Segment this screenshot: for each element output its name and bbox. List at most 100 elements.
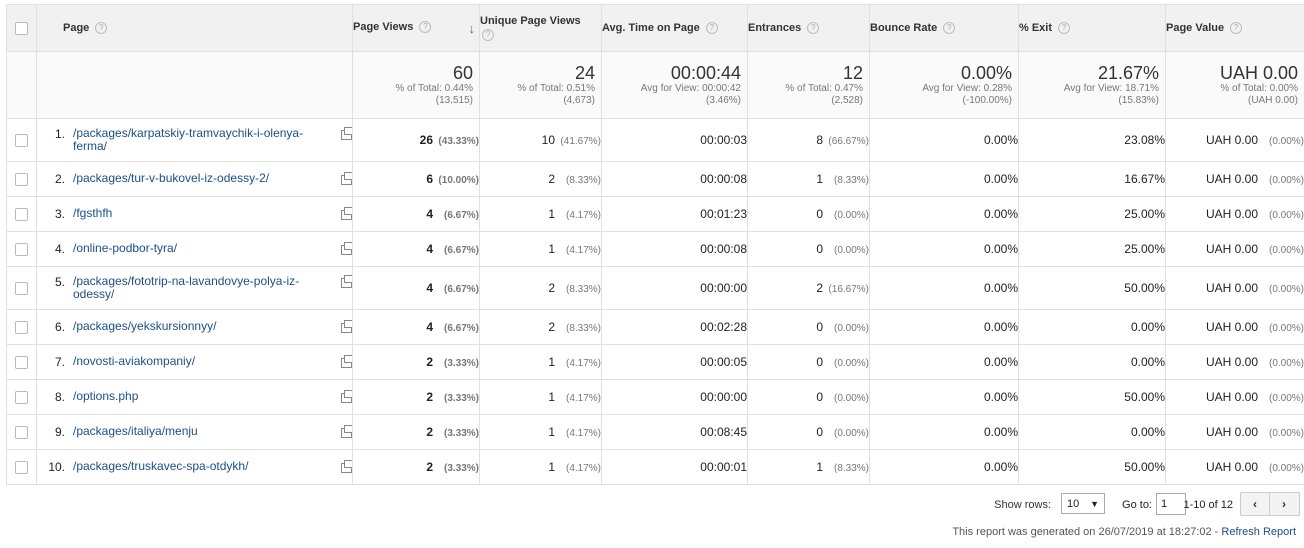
entrances-value: 1 <box>816 172 823 186</box>
row-number: 5. <box>54 275 65 289</box>
page-link[interactable]: /packages/yekskursionnyy/ <box>73 320 325 333</box>
next-page-button[interactable]: › <box>1269 493 1298 515</box>
header-page-views[interactable]: Page Views? ↓ <box>352 4 480 52</box>
help-icon[interactable]: ? <box>1230 22 1243 35</box>
prev-page-button[interactable]: ‹ <box>1241 493 1269 515</box>
select-all-checkbox[interactable] <box>15 21 28 35</box>
row-checkbox[interactable] <box>15 282 28 296</box>
row-checkbox[interactable] <box>15 461 28 475</box>
header-unique-page-views[interactable]: Unique Page Views? <box>479 4 602 52</box>
total-entrances: 12% of Total: 0.47% (2,528) <box>747 51 870 119</box>
total-sub: (2,528) <box>831 95 863 106</box>
row-select-cell <box>6 379 37 415</box>
page-views-cell: 2 (3.33%) <box>352 379 480 415</box>
total-exit: 21.67% Avg for View: 18.71% (15.83%) <box>1018 51 1166 119</box>
show-rows-label: Show rows: <box>994 499 1051 511</box>
page-link[interactable]: /fgsthfh <box>73 207 325 220</box>
page-value-cell: UAH 0.00 (0.00%) <box>1165 414 1304 450</box>
header-page[interactable]: Page? <box>36 4 353 52</box>
open-external-icon[interactable] <box>341 425 352 438</box>
entrances-value: 0 <box>816 207 823 221</box>
header-page-value[interactable]: Page Value? <box>1165 4 1304 52</box>
page-link[interactable]: /packages/karpatskiy-tramvaychik-i-oleny… <box>73 127 325 153</box>
row-select-cell <box>6 414 37 450</box>
header-bounce-rate[interactable]: Bounce Rate? <box>869 4 1019 52</box>
row-checkbox[interactable] <box>15 173 28 187</box>
row-checkbox[interactable] <box>15 356 28 370</box>
open-external-icon[interactable] <box>341 172 352 185</box>
unique-page-views-cell: 2 (8.33%) <box>479 266 602 310</box>
total-sub: (13,515) <box>435 95 473 106</box>
help-icon[interactable]: ? <box>705 22 718 35</box>
page-value-value: UAH 0.00 <box>1205 355 1258 369</box>
row-number: 7. <box>54 355 65 369</box>
page-link[interactable]: /packages/tur-v-bukovel-iz-odessy-2/ <box>73 172 325 185</box>
header-entrances[interactable]: Entrances? <box>747 4 870 52</box>
row-checkbox[interactable] <box>15 321 28 335</box>
table-footer: Show rows: 10 ▼ Go to: 1 1-10 of 12 ‹ › <box>6 492 1304 522</box>
page-value-pct: (0.00%) <box>1268 393 1304 404</box>
header-avg-time[interactable]: Avg. Time on Page? <box>601 4 748 52</box>
row-number: 10. <box>48 460 65 474</box>
report-generated-note: This report was generated on 26/07/2019 … <box>952 526 1296 538</box>
row-checkbox[interactable] <box>15 134 28 148</box>
page-views-cell: 4 (6.67%) <box>352 231 480 267</box>
open-external-icon[interactable] <box>341 127 352 140</box>
unique-page-views-cell: 1 (4.17%) <box>479 196 602 232</box>
help-icon[interactable]: ? <box>807 22 820 35</box>
rows-body: 1. /packages/karpatskiy-tramvaychik-i-ole… <box>6 118 1304 485</box>
row-checkbox[interactable] <box>15 426 28 440</box>
goto-label: Go to: <box>1122 499 1152 511</box>
open-external-icon[interactable] <box>341 460 352 473</box>
unique-page-views-value: 10 <box>541 133 555 147</box>
rows-per-page-select[interactable]: 10 ▼ <box>1061 493 1105 514</box>
goto-page-input[interactable]: 1 <box>1156 493 1186 515</box>
row-checkbox[interactable] <box>15 391 28 405</box>
open-external-icon[interactable] <box>341 320 352 333</box>
exit-cell: 0.00% <box>1018 309 1166 345</box>
table-row: 1. /packages/karpatskiy-tramvaychik-i-ole… <box>6 118 1304 162</box>
bounce-rate-cell: 0.00% <box>869 266 1019 310</box>
entrances-pct: (0.00%) <box>833 245 869 256</box>
open-external-icon[interactable] <box>341 275 352 288</box>
header-exit[interactable]: % Exit? <box>1018 4 1166 52</box>
open-external-icon[interactable] <box>341 242 352 255</box>
page-link[interactable]: /options.php <box>73 390 325 403</box>
sort-descending-icon[interactable]: ↓ <box>469 21 476 36</box>
entrances-value: 0 <box>816 320 823 334</box>
page-link[interactable]: /packages/fototrip-na-lavandovye-polya-i… <box>73 275 325 301</box>
entrances-value: 0 <box>816 390 823 404</box>
table-row: 5. /packages/fototrip-na-lavandovye-polya… <box>6 266 1304 310</box>
unique-page-views-cell: 1 (4.17%) <box>479 449 602 485</box>
open-external-icon[interactable] <box>341 355 352 368</box>
page-link[interactable]: /packages/truskavec-spa-otdykh/ <box>73 460 325 473</box>
row-select-cell <box>6 161 37 197</box>
page-views-pct: (6.67%) <box>443 245 479 256</box>
row-select-cell <box>6 231 37 267</box>
pagination-range: 1-10 of 12 <box>1183 499 1233 511</box>
entrances-value: 0 <box>816 242 823 256</box>
open-external-icon[interactable] <box>341 390 352 403</box>
help-icon[interactable]: ? <box>95 22 108 35</box>
entrances-value: 8 <box>816 133 823 147</box>
page-link[interactable]: /packages/italiya/menju <box>73 425 325 438</box>
help-icon[interactable]: ? <box>943 22 956 35</box>
page-link[interactable]: /novosti-aviakompaniy/ <box>73 355 325 368</box>
page-link[interactable]: /online-podbor-tyra/ <box>73 242 325 255</box>
row-checkbox[interactable] <box>15 208 28 222</box>
entrances-pct: (66.67%) <box>828 136 869 147</box>
total-sub: (3.46%) <box>705 95 741 106</box>
page-value-cell: UAH 0.00 (0.00%) <box>1165 379 1304 415</box>
help-icon[interactable]: ? <box>482 29 494 41</box>
row-number: 3. <box>54 207 65 221</box>
help-icon[interactable]: ? <box>419 20 432 33</box>
help-icon[interactable]: ? <box>1058 22 1071 35</box>
refresh-report-link[interactable]: Refresh Report <box>1221 526 1296 538</box>
row-checkbox[interactable] <box>15 243 28 257</box>
entrances-cell: 0 (0.00%) <box>747 344 870 380</box>
total-page-views: 60% of Total: 0.44% (13,515) <box>352 51 480 119</box>
open-external-icon[interactable] <box>341 207 352 220</box>
total-sub: % of Total: 0.51% <box>517 83 595 94</box>
row-select-cell <box>6 309 37 345</box>
page-views-value: 26 <box>419 133 433 147</box>
